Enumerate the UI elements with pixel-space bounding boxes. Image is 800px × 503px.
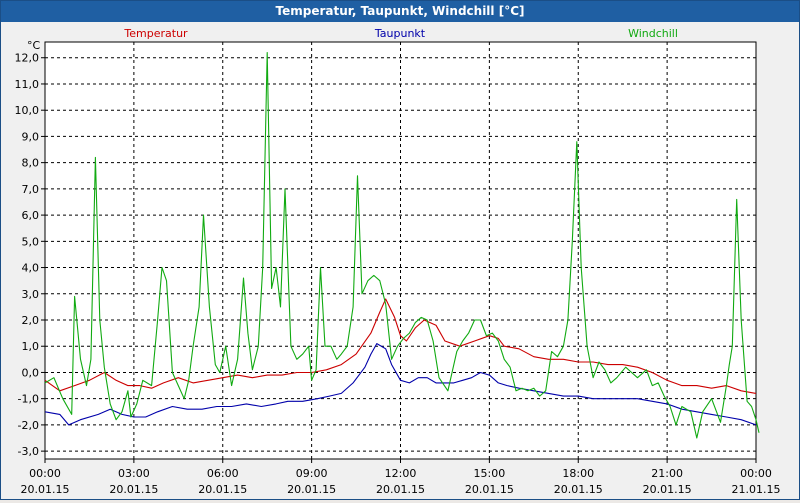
y-tick-label: 12,0: [15, 52, 40, 65]
x-tick-date-label: 20.01.15: [376, 483, 425, 496]
chart-area: -3,0 -2,0 -1,0 0,0 1,0 2,0 3,0 4,0 5,0 6,0 7,0 8,0 9…: [1, 22, 799, 499]
legend-windchill: Windchill: [628, 27, 678, 40]
chart-window: Temperatur, Taupunkt, Windchill [°C] -3,…: [0, 0, 800, 500]
x-tick-date-label: 21.01.15: [732, 483, 781, 496]
x-tick-date-label: 20.01.15: [643, 483, 692, 496]
y-tick-label: 7,0: [22, 183, 40, 196]
y-tick-label: 10,0: [15, 104, 40, 117]
y-tick-label: 3,0: [22, 288, 40, 301]
y-tick-label: -3,0: [18, 445, 39, 458]
window-title: Temperatur, Taupunkt, Windchill [°C]: [1, 1, 799, 22]
x-tick-time-label: 21:00: [651, 467, 683, 480]
y-tick-label: 9,0: [22, 130, 40, 143]
x-tick-date-label: 20.01.15: [198, 483, 247, 496]
y-tick-label: -1,0: [18, 393, 39, 406]
y-tick-label: 6,0: [22, 209, 40, 222]
y-tick-label: 11,0: [15, 78, 40, 91]
line-chart: -3,0 -2,0 -1,0 0,0 1,0 2,0 3,0 4,0 5,0 6,0 7,0 8,0 9…: [15, 27, 781, 496]
x-tick-time-label: 00:00: [29, 467, 61, 480]
legend-temperatur: Temperatur: [123, 27, 188, 40]
x-tick-time-label: 15:00: [474, 467, 506, 480]
x-tick-time-label: 06:00: [207, 467, 239, 480]
legend-taupunkt: Taupunkt: [374, 27, 426, 40]
y-tick-label: 8,0: [22, 157, 40, 170]
x-tick-date-label: 20.01.15: [287, 483, 336, 496]
y-tick-label: 4,0: [22, 262, 40, 275]
y-tick-label: 5,0: [22, 235, 40, 248]
x-tick-date-label: 20.01.15: [554, 483, 603, 496]
x-tick-date-label: 20.01.15: [109, 483, 158, 496]
x-tick-time-label: 00:00: [740, 467, 772, 480]
x-tick-date-label: 20.01.15: [21, 483, 70, 496]
x-tick-time-label: 09:00: [296, 467, 328, 480]
x-tick-time-label: 03:00: [118, 467, 150, 480]
x-tick-time-label: 12:00: [385, 467, 417, 480]
x-tick-date-label: 20.01.15: [465, 483, 514, 496]
y-axis-label: °C: [27, 39, 41, 52]
y-tick-label: -2,0: [18, 419, 39, 432]
x-tick-time-label: 18:00: [562, 467, 594, 480]
y-tick-label: 0,0: [22, 366, 40, 379]
y-tick-label: 1,0: [22, 340, 40, 353]
y-tick-label: 2,0: [22, 314, 40, 327]
